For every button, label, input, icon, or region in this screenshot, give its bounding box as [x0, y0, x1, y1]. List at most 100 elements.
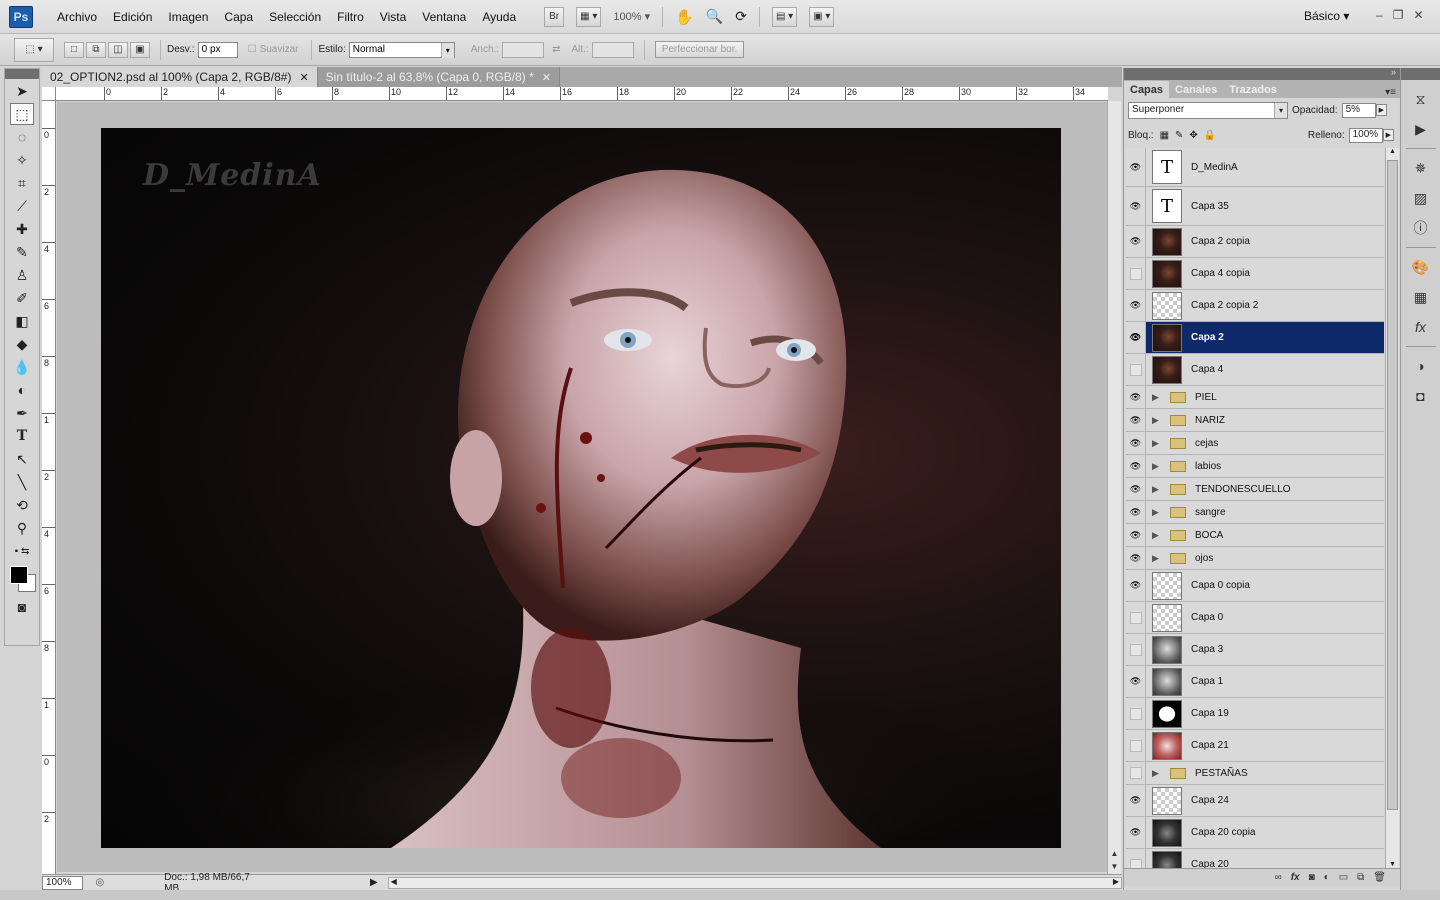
menu-imagen[interactable]: Imagen [160, 10, 216, 24]
foreground-color-swatch[interactable] [10, 566, 28, 584]
hand-tool-icon[interactable]: ✋ [675, 8, 694, 26]
color-swatches[interactable] [8, 564, 36, 594]
tool-preset-picker[interactable]: ⬚ ▾ [14, 37, 54, 62]
layer-row[interactable]: Capa 21 [1126, 730, 1384, 762]
visibility-toggle[interactable]: 👁 [1126, 455, 1146, 477]
masks-icon[interactable]: ◘ [1409, 385, 1433, 407]
link-icon[interactable]: ∞ [1275, 872, 1282, 883]
type-tool-icon[interactable]: T [10, 425, 34, 447]
default-colors-icon[interactable]: ▪ ⇆ [10, 540, 34, 562]
marquee-tool-icon[interactable]: ⬚ [10, 103, 34, 125]
intersect-selection-icon[interactable]: ▣ [130, 41, 150, 58]
tab-trazados[interactable]: Trazados [1223, 81, 1283, 98]
fill-field[interactable]: 100% [1348, 127, 1383, 143]
folder-icon[interactable]: ▭ [1339, 872, 1348, 883]
layer-group-row[interactable]: 👁 ▶ TENDONESCUELLO [1126, 478, 1384, 501]
refine-edge-button[interactable]: Perfeccionar bor. [654, 41, 745, 58]
blend-mode-select[interactable]: Superponer ▾ [1128, 101, 1288, 119]
style-select[interactable]: Normal ▾ [348, 41, 455, 58]
feather-input[interactable] [197, 41, 238, 58]
status-arrow-icon[interactable]: ▶ [370, 877, 378, 888]
minimize-icon[interactable]: – [1376, 8, 1383, 22]
horizontal-ruler[interactable]: 0 2 4 6 8 10 12 14 16 18 20 22 24 26 28 30 32 34 [56, 87, 1108, 101]
close-icon[interactable]: ✕ [1413, 8, 1423, 22]
color-icon[interactable]: 🎨 [1409, 256, 1433, 278]
visibility-toggle[interactable]: 👁 [1126, 290, 1146, 321]
menu-filtro[interactable]: Filtro [329, 10, 372, 24]
zoom-tool-icon[interactable]: 🔍 [706, 8, 723, 25]
visibility-toggle[interactable]: 👁 [1126, 386, 1146, 408]
zoom-level-dropdown[interactable]: 100% ▾ [613, 10, 650, 23]
trash-icon[interactable]: 🗑 [1373, 872, 1386, 883]
scroll-left-arrow[interactable]: ◀ [391, 877, 397, 886]
layer-row[interactable]: 👁 Capa 1 [1126, 666, 1384, 698]
magic-wand-tool-icon[interactable]: ✧ [10, 149, 34, 171]
extras-dropdown[interactable]: ▦ ▾ [576, 6, 602, 27]
visibility-toggle[interactable] [1126, 730, 1146, 761]
visibility-toggle[interactable] [1126, 762, 1146, 784]
doc-tab-inactive[interactable]: Sin título-2 al 63,8% (Capa 0, RGB/8) * … [317, 67, 560, 87]
move-tool-icon[interactable]: ➤ [10, 80, 34, 102]
opacity-slider-arrow[interactable]: ▶ [1375, 104, 1387, 116]
subtract-selection-icon[interactable]: ◫ [108, 41, 128, 58]
doc-tab-active[interactable]: 02_OPTION2.psd al 100% (Capa 2, RGB/8#) … [42, 67, 318, 87]
scroll-right-arrow[interactable]: ▶ [1113, 877, 1119, 886]
menu-ayuda[interactable]: Ayuda [474, 10, 524, 24]
visibility-toggle[interactable] [1126, 634, 1146, 665]
lock-all-icon[interactable]: 🔒 [1204, 130, 1216, 141]
layer-group-row[interactable]: 👁 ▶ NARIZ [1126, 409, 1384, 432]
screen-mode-dropdown[interactable]: ▣ ▾ [809, 6, 835, 27]
visibility-toggle[interactable] [1126, 258, 1146, 289]
menu-vista[interactable]: Vista [372, 10, 414, 24]
scroll-thumb[interactable] [1387, 160, 1398, 810]
tab-capas[interactable]: Capas [1124, 81, 1170, 98]
expand-arrow-icon[interactable]: ▶ [1152, 530, 1164, 541]
history-icon[interactable]: ⧖ [1409, 88, 1433, 110]
visibility-toggle[interactable] [1126, 849, 1146, 868]
fill-slider-arrow[interactable]: ▶ [1382, 129, 1394, 141]
expand-arrow-icon[interactable]: ▶ [1152, 484, 1164, 495]
status-menu-icon[interactable]: ◎ [95, 877, 104, 888]
layer-group-row[interactable]: 👁 ▶ sangre [1126, 501, 1384, 524]
brush-tool-icon[interactable]: ✎ [10, 241, 34, 263]
visibility-toggle[interactable]: 👁 [1126, 322, 1146, 353]
eraser-tool-icon[interactable]: ◧ [10, 310, 34, 332]
vertical-ruler[interactable]: 0246812468102 [42, 101, 56, 875]
expand-arrow-icon[interactable]: ▶ [1152, 507, 1164, 518]
visibility-toggle[interactable]: 👁 [1126, 524, 1146, 546]
close-icon[interactable]: ✕ [542, 71, 551, 84]
expand-arrow-icon[interactable]: ▶ [1152, 415, 1164, 426]
expand-arrow-icon[interactable]: ▶ [1152, 438, 1164, 449]
height-input[interactable] [591, 41, 634, 58]
layer-row[interactable]: 👁 T D_MedinA [1126, 148, 1384, 187]
layer-row[interactable]: Capa 4 [1126, 354, 1384, 386]
restore-icon[interactable]: ❐ [1393, 8, 1404, 22]
lock-position-icon[interactable]: ✥ [1189, 130, 1197, 141]
canvas-area[interactable]: D_MedinA [57, 102, 1107, 872]
layer-group-row[interactable]: 👁 ▶ BOCA [1126, 524, 1384, 547]
history-brush-tool-icon[interactable]: ✐ [10, 287, 34, 309]
healing-brush-tool-icon[interactable]: ✚ [10, 218, 34, 240]
collapse-icon[interactable]: » [1391, 67, 1396, 77]
expand-arrow-icon[interactable]: ▶ [1152, 553, 1164, 564]
bridge-button[interactable]: Br [544, 6, 565, 27]
visibility-toggle[interactable]: 👁 [1126, 570, 1146, 601]
layer-row[interactable]: Capa 0 [1126, 602, 1384, 634]
visibility-toggle[interactable]: 👁 [1126, 187, 1146, 225]
opacity-field[interactable]: 5% [1341, 102, 1376, 118]
layer-row[interactable]: 👁 Capa 2 [1126, 322, 1384, 354]
canvas-horizontal-scrollbar[interactable]: ◀ ▶ [387, 876, 1122, 889]
line-tool-icon[interactable]: ╲ [10, 471, 34, 493]
clone-stamp-tool-icon[interactable]: ♙ [10, 264, 34, 286]
pen-tool-icon[interactable]: ✒ [10, 402, 34, 424]
visibility-toggle[interactable]: 👁 [1126, 478, 1146, 500]
3d-rotate-tool-icon[interactable]: ⟲ [10, 494, 34, 516]
layer-row[interactable]: Capa 3 [1126, 634, 1384, 666]
blur-tool-icon[interactable]: 💧 [10, 356, 34, 378]
zoom-tool-icon[interactable]: ⚲ [10, 517, 34, 539]
antialias-checkbox[interactable]: ☐ [248, 44, 257, 55]
visibility-toggle[interactable]: 👁 [1126, 148, 1146, 186]
layer-row[interactable]: 👁 Capa 0 copia [1126, 570, 1384, 602]
ruler-origin[interactable] [42, 87, 56, 101]
menu-capa[interactable]: Capa [216, 10, 261, 24]
